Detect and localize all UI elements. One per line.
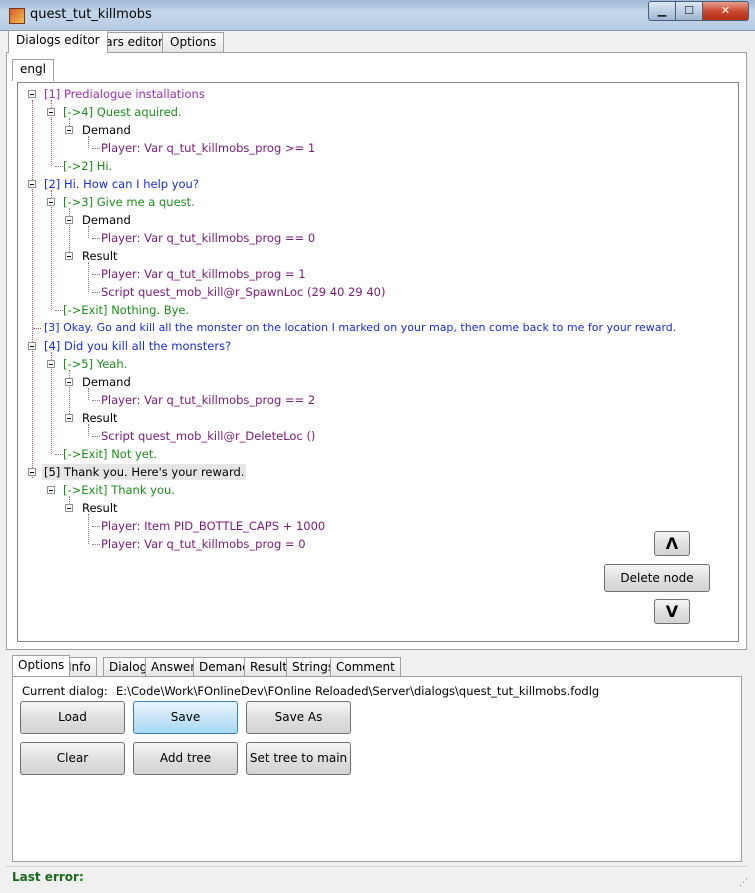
tree-line [33,328,41,329]
tree-node[interactable]: Demand [82,122,131,138]
tree-line [92,148,100,149]
tree-line [51,190,52,310]
tree-node-selected[interactable]: [5] Thank you. Here's your reward. [42,464,247,480]
collapse-icon[interactable] [65,414,73,422]
collapse-icon[interactable] [65,216,73,224]
tree-line [55,454,63,455]
tree-line [92,292,100,293]
collapse-icon[interactable] [47,198,55,206]
tree-line [88,262,89,292]
tree-line [92,400,100,401]
save-button[interactable]: Save [133,701,238,734]
load-button[interactable]: Load [20,701,125,734]
tree-node[interactable]: Script quest_mob_kill@r_SpawnLoc (29 40 … [101,284,385,300]
move-node-down-button[interactable]: V [654,599,690,624]
tab-dialogs-editor[interactable]: Dialogs editor [8,30,108,53]
resize-grip-icon[interactable]: ⋰ [739,878,749,888]
last-error-label: Last error: [12,870,84,884]
tab-comment[interactable]: Comment [330,657,401,676]
tree-line [32,100,33,478]
collapse-icon[interactable] [65,126,73,134]
tree-node[interactable]: [->3] Give me a quest. [63,194,195,210]
tree-node[interactable]: [3] Okay. Go and kill all the monster on… [44,320,676,336]
tree-line [55,166,63,167]
collapse-icon[interactable] [47,486,55,494]
tree-node[interactable]: [2] Hi. How can I help you? [44,176,199,192]
collapse-icon[interactable] [47,108,55,116]
tree-line [88,514,89,544]
title-bar: quest_tut_killmobs ▁ ☐ ✕ [0,0,755,31]
tree-node[interactable]: Player: Item PID_BOTTLE_CAPS + 1000 [101,518,325,534]
delete-node-button[interactable]: Delete node [604,564,710,592]
tree-node[interactable]: Result [82,500,118,516]
clear-button[interactable]: Clear [20,742,125,775]
save-as-button[interactable]: Save As [246,701,351,734]
tree-node[interactable]: Demand [82,212,131,228]
tree-node[interactable]: [->5] Yeah. [63,356,127,372]
collapse-icon[interactable] [65,378,73,386]
collapse-icon[interactable] [47,360,55,368]
collapse-icon[interactable] [28,90,36,98]
tree-node[interactable]: Player: Var q_tut_killmobs_prog == 2 [101,392,315,408]
tree-line [92,274,100,275]
status-bar: Last error: [6,866,747,887]
tree-node[interactable]: [1] Predialogue installations [44,86,205,102]
tree-node[interactable]: Player: Var q_tut_killmobs_prog >= 1 [101,140,315,156]
collapse-icon[interactable] [28,180,36,188]
tree-line [92,436,100,437]
tree-node[interactable]: [->2] Hi. [63,158,112,174]
tree-node[interactable]: [->4] Quest aquired. [63,104,182,120]
window-title: quest_tut_killmobs [30,7,152,22]
tab-options[interactable]: Options [162,32,225,52]
tree-node[interactable]: Player: Var q_tut_killmobs_prog = 1 [101,266,306,282]
collapse-icon[interactable] [28,342,36,350]
tree-line [92,526,100,527]
collapse-icon[interactable] [28,468,36,476]
maximize-button[interactable]: ☐ [675,1,703,21]
move-node-up-button[interactable]: Λ [654,531,690,556]
tree-node[interactable]: Script quest_mob_kill@r_DeleteLoc () [101,428,315,444]
tree-node[interactable]: Demand [82,374,131,390]
current-dialog-label: Current dialog: [22,684,108,698]
tree-node[interactable]: Player: Var q_tut_killmobs_prog == 0 [101,230,315,246]
tab-options-sub[interactable]: Options [12,655,71,676]
minimize-button[interactable]: ▁ [648,1,676,21]
tree-node[interactable]: [->Exit] Nothing. Bye. [63,302,189,318]
close-button[interactable]: ✕ [702,1,749,21]
app-icon [9,8,25,24]
tree-node[interactable]: [->Exit] Thank you. [63,482,175,498]
tree-line [55,310,63,311]
add-tree-button[interactable]: Add tree [133,742,238,775]
tree-node[interactable]: [->Exit] Not yet. [63,446,157,462]
collapse-icon[interactable] [65,252,73,260]
current-dialog-path: E:\Code\Work\FOnlineDev\FOnline Reloaded… [116,684,600,698]
tree-node[interactable]: Result [82,248,118,264]
tree-line [92,238,100,239]
set-tree-to-main-button[interactable]: Set tree to main [246,742,351,775]
tree-node[interactable]: [4] Did you kill all the monsters? [44,338,231,354]
tree-node[interactable]: Result [82,410,118,426]
tree-node[interactable]: Player: Var q_tut_killmobs_prog = 0 [101,536,306,552]
collapse-icon[interactable] [65,504,73,512]
tab-language-engl[interactable]: engl [12,59,54,81]
tree-line [92,544,100,545]
